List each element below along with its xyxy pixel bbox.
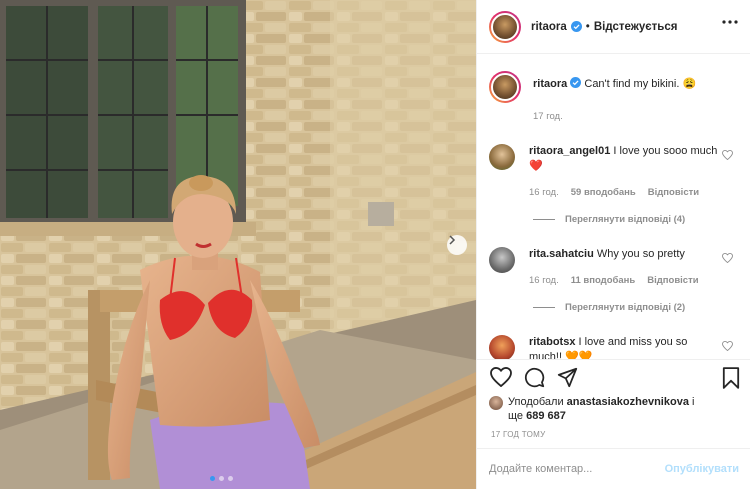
publish-button[interactable]: Опублікувати [665,463,739,475]
reply-button[interactable]: Відповісти [648,185,699,200]
carousel-indicator [210,476,233,481]
post-photo[interactable] [0,0,476,489]
next-arrow-icon [449,235,456,245]
reply-button[interactable]: Відповісти [647,273,698,288]
comment-like-heart-icon[interactable] [722,253,733,263]
liker-username[interactable]: anastasiakozhevnikova [567,396,689,408]
comment-time: 16 год. [529,187,559,198]
comment-like-heart-icon[interactable] [722,150,733,160]
comment-username[interactable]: rita.sahatciu [529,248,594,260]
comment-time: 16 год. [529,275,559,286]
more-options-icon[interactable] [722,20,738,24]
comment-composer: Опублікувати [477,448,750,489]
comments-list[interactable]: ritaora Can't find my bikini. 😩 17 год. … [477,55,750,359]
likes-count[interactable]: 689 687 [526,410,566,422]
comment-item: ritabotsx I love and miss you so much!! … [477,335,750,359]
caption-time: 17 год. [533,111,563,122]
separator-dot: • [585,20,590,33]
comment-item: ritaora_angel01 I love you sooo much ❤️ … [477,144,750,200]
comment-username[interactable]: ritabotsx [529,336,575,348]
carousel-dot [228,476,233,481]
author-username[interactable]: ritaora [531,21,567,33]
comment-item: rita.sahatciu Why you so pretty 16 год. … [477,247,750,288]
post-action-bar [477,359,750,395]
comment-likes[interactable]: 59 вподобань [571,185,636,200]
post-header: ritaora • Відстежується [477,0,750,54]
verified-badge-icon [570,77,582,88]
comment-username[interactable]: ritaora_angel01 [529,145,610,157]
likes-prefix: Уподобали [508,396,564,408]
heart-icon[interactable] [490,367,512,387]
post-timestamp[interactable]: 17 ГОД ТОМУ [491,430,546,439]
comment-input[interactable] [489,463,665,475]
likes-suffix: і [692,396,695,408]
carousel-dot [219,476,224,481]
caption-text: Can't find my bikini. 😩 [584,78,697,90]
author-avatar[interactable] [489,10,521,43]
view-replies-button[interactable]: Переглянути відповіді (4) [533,214,750,225]
post-side-panel: ritaora • Відстежується ritaora Can't fi… [476,0,750,489]
comment-icon[interactable] [524,367,545,388]
likes-and: ще [508,410,524,422]
liker-avatar[interactable] [489,396,503,410]
comment-like-heart-icon[interactable] [722,341,733,351]
follow-status-button[interactable]: Відстежується [594,21,678,33]
likes-summary: Уподобали anastasiakozhevnikova і ще 689… [489,395,739,423]
next-photo-button[interactable] [447,235,467,255]
photo-illustration [0,0,476,489]
carousel-dot-active [210,476,215,481]
bookmark-icon[interactable] [722,367,740,389]
commenter-avatar[interactable] [489,144,515,170]
comment-likes[interactable]: 11 вподобань [571,273,636,288]
commenter-avatar[interactable] [489,335,515,359]
caption-username[interactable]: ritaora [533,78,567,90]
post-caption: ritaora Can't find my bikini. 😩 [477,55,750,103]
verified-badge-icon [570,21,582,32]
caption-avatar[interactable] [489,71,521,103]
share-icon[interactable] [557,367,578,388]
commenter-avatar[interactable] [489,247,515,273]
view-replies-button[interactable]: Переглянути відповіді (2) [533,302,750,313]
comment-text: Why you so pretty [596,248,685,260]
